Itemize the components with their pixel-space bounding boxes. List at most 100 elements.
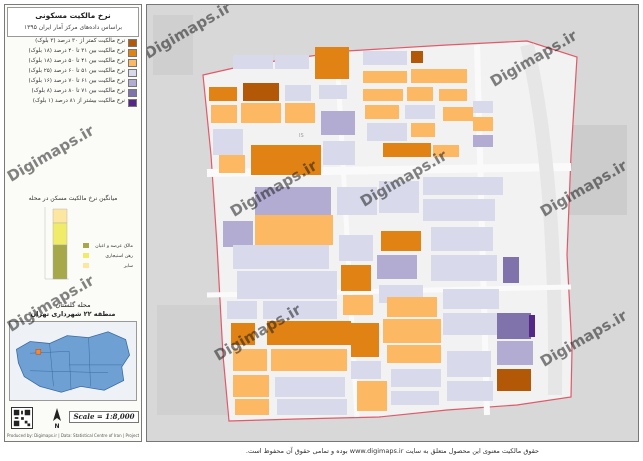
block <box>211 105 237 123</box>
minimap-subtitle: منطقه ۲۲ شهرداری تهران <box>30 310 116 318</box>
block <box>383 143 431 157</box>
block <box>363 71 407 83</box>
block <box>285 85 311 101</box>
locator-minimap <box>9 321 137 401</box>
block <box>365 105 399 119</box>
map-svg: IS <box>147 5 638 441</box>
north-label: N <box>54 423 60 430</box>
map-title: نرخ مالکیت مسکونی <box>35 11 111 20</box>
block <box>383 319 441 343</box>
tehran-outline <box>16 331 130 393</box>
block <box>405 105 435 119</box>
copyright-footer: حقوق مالکیت معنوی این محصول متعلق به سای… <box>245 447 540 455</box>
block <box>387 297 437 317</box>
block <box>277 399 347 415</box>
legend-swatch <box>128 69 137 77</box>
bottom-strip: N Scale = 1:8,000 Produced by: Digimaps.… <box>7 405 139 439</box>
block <box>323 141 355 165</box>
block <box>391 391 439 405</box>
block-label: IS <box>299 133 304 139</box>
block <box>233 55 273 69</box>
legend-item: نرخ مالکیت بیشتر از ۸۱ درصد (۱ بلوک) <box>9 98 137 108</box>
chart-svg: مالک عرصه و اعیان رهن استیجاری سایر <box>44 207 134 280</box>
block <box>255 187 331 215</box>
legend-sidebar: نرخ مالکیت مسکونی براساس داده‌های مرکز آ… <box>4 4 142 442</box>
chart-title: میانگین نرخ مالکیت مسکن در محله <box>28 195 118 202</box>
block <box>223 221 253 247</box>
map-panel: IS Digimaps.ir Digimaps.ir Digimaps.ir D… <box>146 4 639 442</box>
block <box>241 103 281 123</box>
block <box>411 51 423 63</box>
legend-swatch <box>128 39 137 47</box>
legend-swatch <box>128 99 137 107</box>
block <box>411 69 467 83</box>
block <box>387 345 441 363</box>
legend-item: نرخ مالکیت بین ۳۱ تا ۴۰ درصد (۱۸ بلوک) <box>9 48 137 58</box>
qr-code-icon <box>11 407 33 429</box>
block <box>275 55 309 69</box>
page-frame: نرخ مالکیت مسکونی براساس داده‌های مرکز آ… <box>0 0 643 461</box>
chart-key-rent-label: رهن استیجاری <box>105 254 133 259</box>
block <box>443 313 499 335</box>
chart-segment-owner <box>52 244 68 280</box>
block <box>233 349 267 371</box>
chart-key-owner-label: مالک عرصه و اعیان <box>95 243 133 249</box>
block <box>255 215 333 245</box>
minimap-title: محله گلستان <box>55 301 91 309</box>
block <box>379 181 419 213</box>
block <box>315 47 349 79</box>
legend-label: نرخ مالکیت بیشتر از ۸۱ درصد (۱ بلوک) <box>32 98 125 104</box>
block <box>233 245 329 269</box>
chart-segment-rent <box>52 222 68 246</box>
block <box>381 231 421 251</box>
block <box>243 83 279 101</box>
legend-swatch <box>128 79 137 87</box>
legend-label: نرخ مالکیت بین ۶۱ تا ۷۰ درصد (۱۶ بلوک) <box>28 78 125 84</box>
block <box>377 255 417 279</box>
chart-key-owner-swatch <box>83 243 89 248</box>
terrain-patch <box>567 125 627 215</box>
block <box>343 295 373 315</box>
block <box>337 187 377 215</box>
block <box>423 177 503 195</box>
legend-item: نرخ مالکیت بین ۵۱ تا ۶۰ درصد (۲۵ بلوک) <box>9 68 137 78</box>
block <box>497 369 531 391</box>
block <box>447 351 491 377</box>
block <box>237 271 337 299</box>
location-marker <box>35 349 42 355</box>
chart-key-rent-swatch <box>83 253 89 258</box>
block <box>213 129 243 155</box>
legend-label: نرخ مالکیت کمتر از ۳۰ درصد (۳ بلوک) <box>35 38 125 44</box>
credit-text: Produced by: Digimaps.ir | Data: Statist… <box>7 433 139 438</box>
block <box>209 87 237 101</box>
legend-label: نرخ مالکیت بین ۴۱ تا ۵۰ درصد (۱۸ بلوک) <box>28 58 125 64</box>
legend-swatch <box>128 89 137 97</box>
block <box>363 51 407 65</box>
block <box>407 87 433 101</box>
block <box>363 89 403 101</box>
block <box>439 89 467 101</box>
block <box>285 103 315 123</box>
legend-label: نرخ مالکیت بین ۳۱ تا ۴۰ درصد (۱۸ بلوک) <box>28 48 125 54</box>
block <box>319 85 347 99</box>
block <box>391 369 441 387</box>
block <box>339 235 373 261</box>
chart-key-other-label: سایر <box>123 264 133 269</box>
block <box>231 323 255 345</box>
block <box>227 301 257 319</box>
block <box>497 313 531 339</box>
block <box>433 145 459 157</box>
title-box: نرخ مالکیت مسکونی براساس داده‌های مرکز آ… <box>7 7 139 37</box>
block <box>431 255 497 281</box>
block <box>351 323 379 357</box>
block <box>321 111 355 135</box>
block <box>473 135 493 147</box>
block <box>267 321 351 345</box>
legend-item: نرخ مالکیت کمتر از ۳۰ درصد (۳ بلوک) <box>9 38 137 48</box>
legend-label: نرخ مالکیت بین ۵۱ تا ۶۰ درصد (۲۵ بلوک) <box>28 68 125 74</box>
chart-key-other-swatch <box>83 263 89 268</box>
block <box>367 123 407 141</box>
legend-item: نرخ مالکیت بین ۷۱ تا ۸۰ درصد (۸ بلوک) <box>9 88 137 98</box>
legend-label: نرخ مالکیت بین ۷۱ تا ۸۰ درصد (۸ بلوک) <box>31 88 125 94</box>
block <box>503 257 519 283</box>
